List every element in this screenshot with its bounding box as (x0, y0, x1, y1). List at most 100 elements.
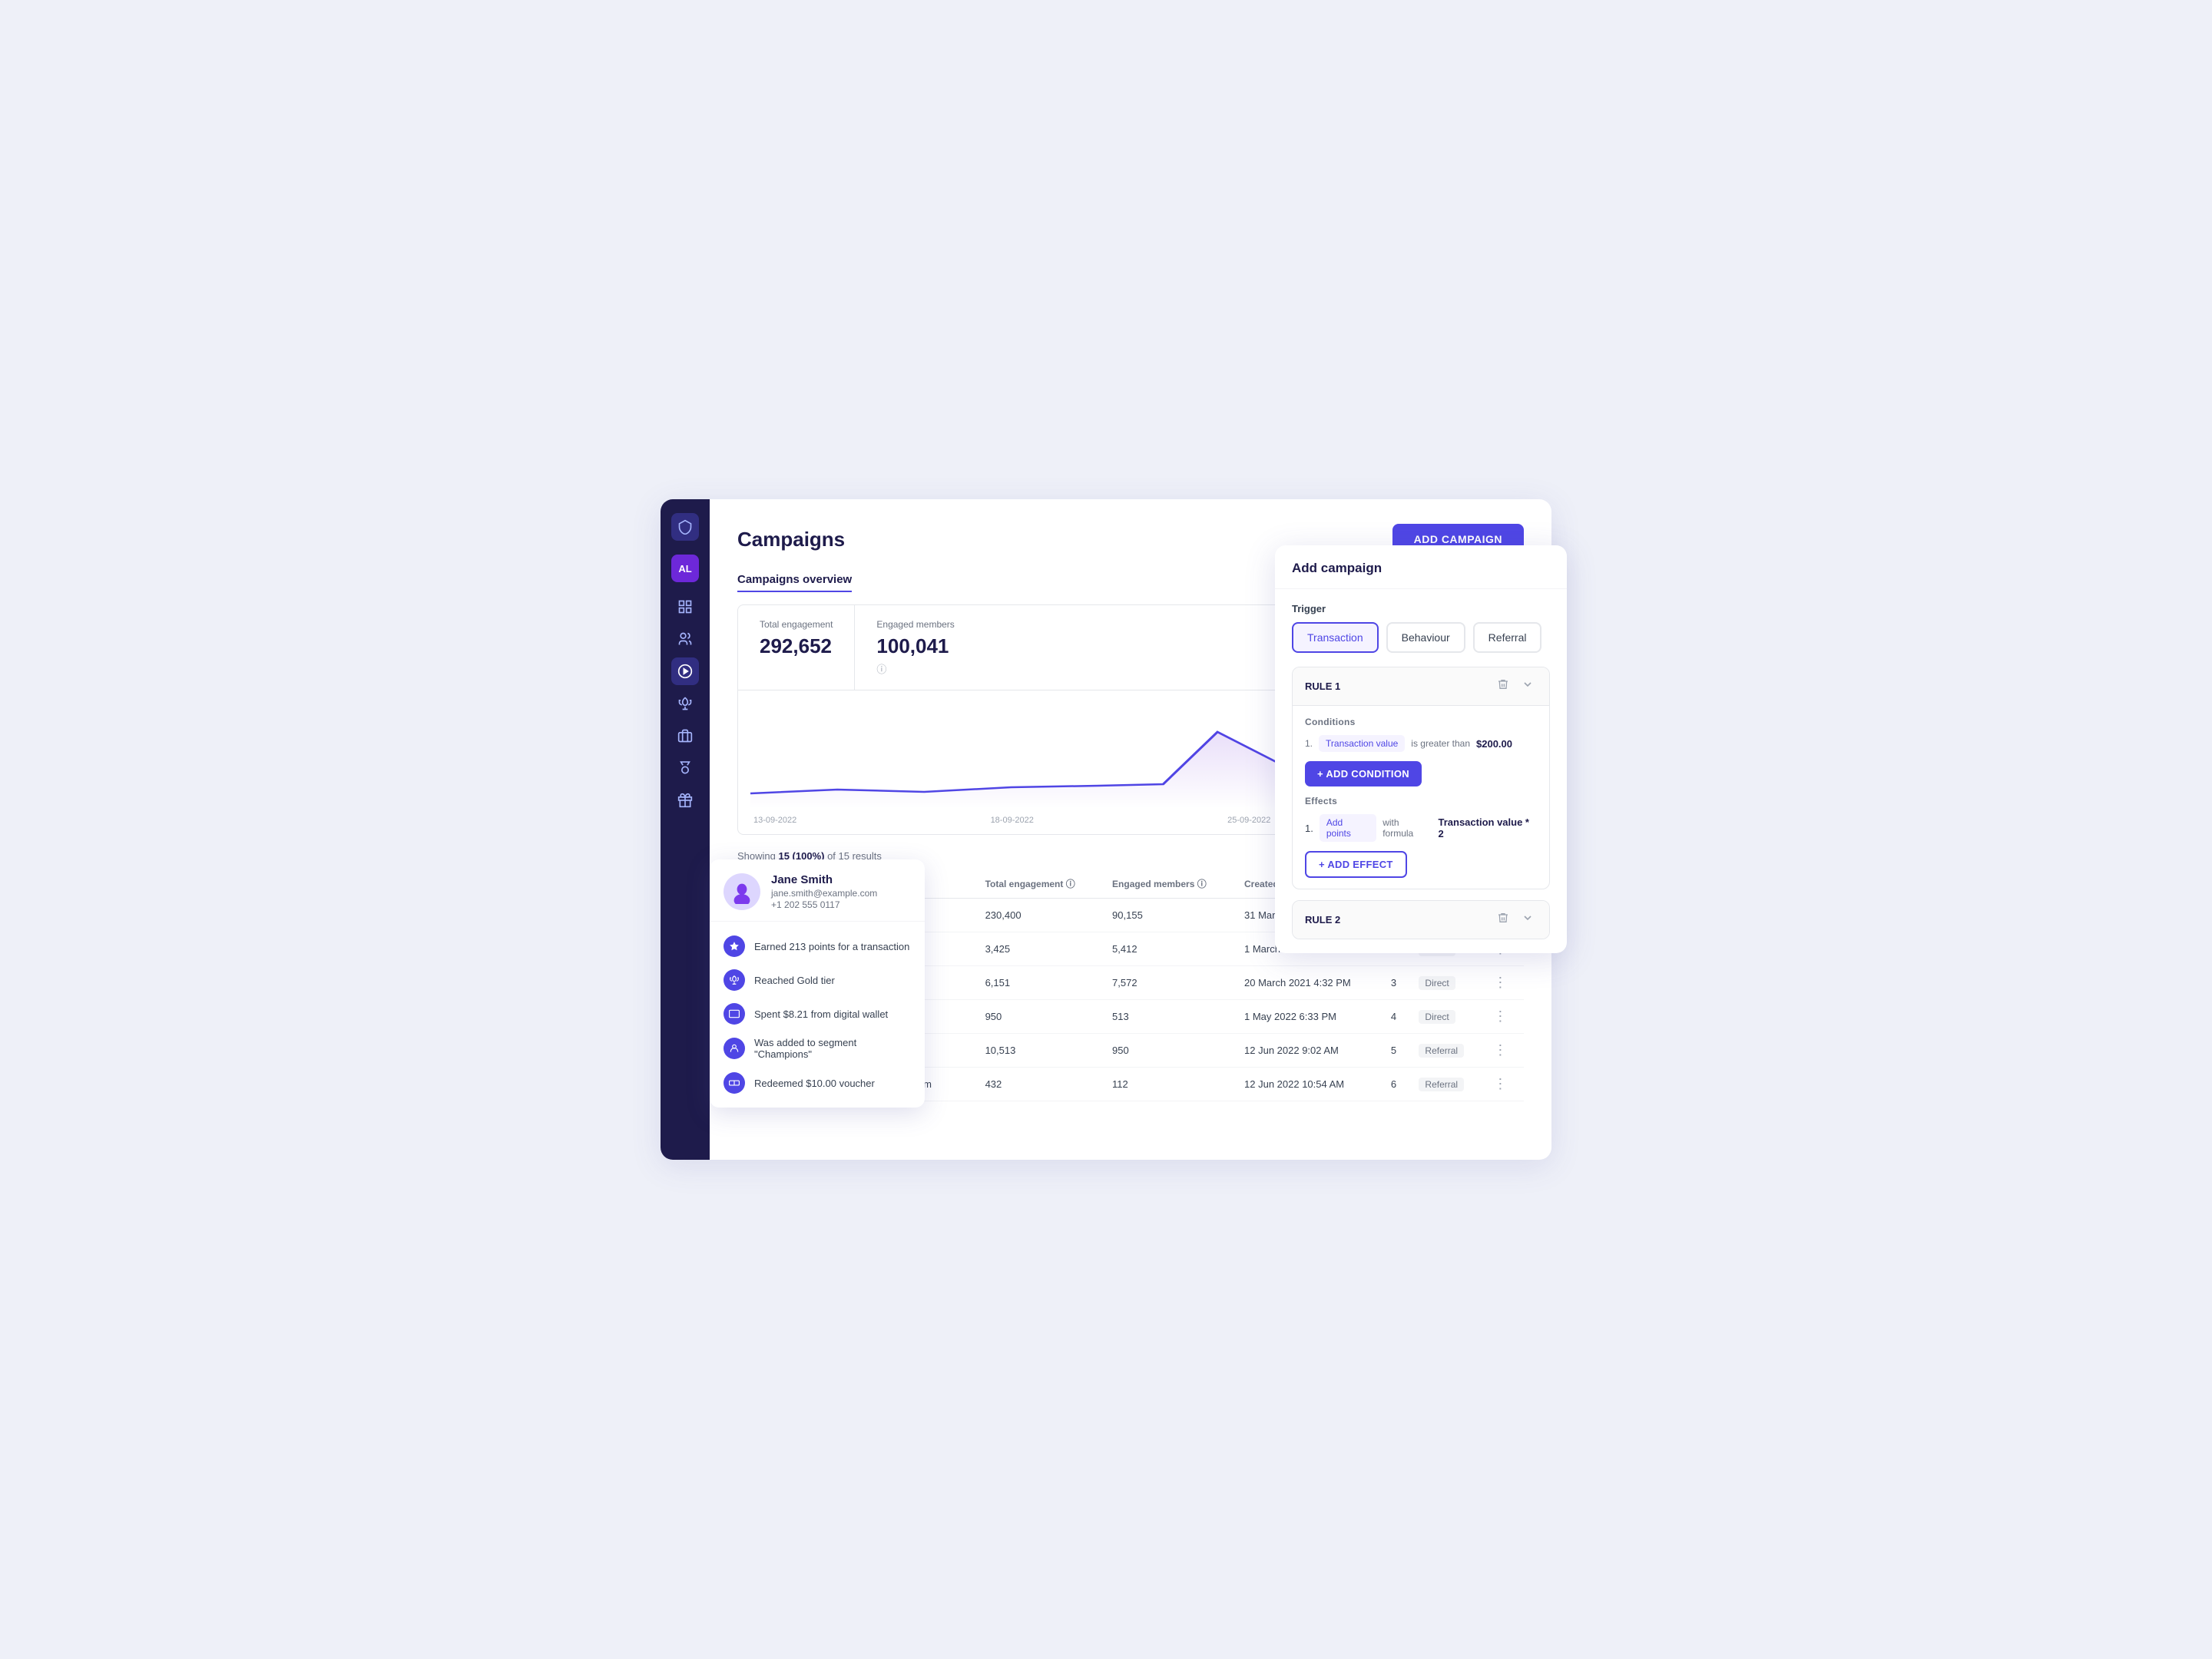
activity-item: Earned 213 points for a transaction (710, 929, 925, 963)
sidebar: AL (661, 499, 710, 1160)
chart-label-2: 18-09-2022 (991, 816, 1034, 825)
rule1-body: Conditions 1. Transaction value is great… (1293, 706, 1549, 889)
page-title: Campaigns (737, 528, 845, 551)
user-email: jane.smith@example.com (771, 888, 877, 899)
chart-label-3: 25-09-2022 (1227, 816, 1270, 825)
row-engagement: 432 (976, 1068, 1103, 1101)
condition-op: is greater than (1411, 738, 1470, 749)
user-avatar (724, 873, 760, 910)
user-phone: +1 202 555 0117 (771, 899, 877, 910)
row-engagement: 3,425 (976, 932, 1103, 966)
chart-label-1: 13-09-2022 (753, 816, 796, 825)
total-engagement-value: 292,652 (760, 634, 833, 658)
trigger-transaction[interactable]: Transaction (1292, 622, 1379, 653)
activity-text: Was added to segment "Champions" (754, 1037, 911, 1060)
col-members: Engaged members ⓘ (1103, 869, 1235, 899)
row-priority: 4 (1382, 1000, 1410, 1034)
trigger-label: Trigger (1292, 603, 1550, 614)
rule2-delete-button[interactable] (1494, 910, 1512, 929)
row-engagement: 6,151 (976, 966, 1103, 1000)
conditions-label: Conditions (1305, 717, 1537, 727)
engaged-members-value: 100,041 (876, 634, 954, 658)
rule1-section: RULE 1 Conditions 1. Transaction (1292, 667, 1550, 889)
overview-label: Campaigns overview (737, 573, 852, 592)
activity-item: Reached Gold tier (710, 963, 925, 997)
trigger-behaviour[interactable]: Behaviour (1386, 622, 1465, 653)
effect-action: Add points (1320, 814, 1376, 842)
panel-body: Trigger Transaction Behaviour Referral R… (1275, 589, 1567, 953)
rule2-collapse-button[interactable] (1518, 910, 1537, 929)
activity-text: Reached Gold tier (754, 975, 835, 986)
engaged-members-hint: ⓘ (876, 661, 954, 676)
activity-text: Spent $8.21 from digital wallet (754, 1008, 888, 1020)
row-menu[interactable]: ⋮ (1484, 1000, 1524, 1034)
effect-row-1: 1. Add points with formula Transaction v… (1305, 814, 1537, 842)
add-effect-button[interactable]: + ADD EFFECT (1305, 851, 1407, 878)
user-popup: Jane Smith jane.smith@example.com +1 202… (710, 859, 925, 1108)
user-segment-icon (724, 1038, 745, 1059)
wallet-icon (724, 1003, 745, 1025)
row-type: Referral (1409, 1034, 1484, 1068)
row-members: 513 (1103, 1000, 1235, 1034)
sidebar-item-users[interactable] (671, 625, 699, 653)
row-members: 5,412 (1103, 932, 1235, 966)
rule1-actions (1494, 677, 1537, 696)
col-engagement: Total engagement ⓘ (976, 869, 1103, 899)
activity-item: Redeemed $10.00 voucher (710, 1066, 925, 1100)
row-priority: 5 (1382, 1034, 1410, 1068)
row-menu[interactable]: ⋮ (1484, 966, 1524, 1000)
sidebar-item-grid[interactable] (671, 593, 699, 621)
rule1-delete-button[interactable] (1494, 677, 1512, 696)
rule2-title: RULE 2 (1305, 914, 1340, 926)
engaged-members-stat: Engaged members 100,041 ⓘ (855, 605, 975, 690)
row-engagement: 10,513 (976, 1034, 1103, 1068)
activity-text: Redeemed $10.00 voucher (754, 1078, 875, 1089)
condition-val: $200.00 (1476, 738, 1512, 750)
row-type: Direct (1409, 1000, 1484, 1034)
user-info: Jane Smith jane.smith@example.com +1 202… (771, 873, 877, 910)
add-condition-button[interactable]: + ADD CONDITION (1305, 761, 1422, 786)
effect-num: 1. (1305, 823, 1313, 834)
sidebar-item-medal[interactable] (671, 754, 699, 782)
panel-header: Add campaign (1275, 545, 1567, 589)
sidebar-item-campaigns[interactable] (671, 657, 699, 685)
row-members: 7,572 (1103, 966, 1235, 1000)
row-priority: 3 (1382, 966, 1410, 1000)
trophy-icon (724, 969, 745, 991)
row-created: 1 May 2022 6:33 PM (1235, 1000, 1382, 1034)
app-container: AL Campaigns ADD CAMPAIGN Campaign (661, 499, 1551, 1160)
total-engagement-stat: Total engagement 292,652 (738, 605, 855, 690)
sidebar-avatar[interactable]: AL (671, 555, 699, 582)
row-created: 12 Jun 2022 10:54 AM (1235, 1068, 1382, 1101)
sidebar-item-briefcase[interactable] (671, 722, 699, 750)
star-icon (724, 935, 745, 957)
rule1-title: RULE 1 (1305, 680, 1340, 692)
add-campaign-panel: Add campaign Trigger Transaction Behavio… (1275, 545, 1567, 953)
rule1-collapse-button[interactable] (1518, 677, 1537, 696)
activity-text: Earned 213 points for a transaction (754, 941, 909, 952)
total-engagement-label: Total engagement (760, 619, 833, 630)
rule2-header: RULE 2 (1293, 901, 1549, 939)
row-priority: 6 (1382, 1068, 1410, 1101)
row-engagement: 950 (976, 1000, 1103, 1034)
trigger-referral[interactable]: Referral (1473, 622, 1542, 653)
row-engagement: 230,400 (976, 899, 1103, 932)
row-created: 12 Jun 2022 9:02 AM (1235, 1034, 1382, 1068)
condition-field: Transaction value (1319, 735, 1405, 752)
activity-item: Spent $8.21 from digital wallet (710, 997, 925, 1031)
rule1-header: RULE 1 (1293, 667, 1549, 706)
row-menu[interactable]: ⋮ (1484, 1034, 1524, 1068)
row-created: 20 March 2021 4:32 PM (1235, 966, 1382, 1000)
effect-formula-label: with formula (1382, 817, 1432, 839)
condition-num: 1. (1305, 738, 1313, 749)
activity-item: Was added to segment "Champions" (710, 1031, 925, 1066)
rule2-actions (1494, 910, 1537, 929)
row-members: 90,155 (1103, 899, 1235, 932)
engaged-members-label: Engaged members (876, 619, 954, 630)
sidebar-item-gifts[interactable] (671, 786, 699, 814)
row-menu[interactable]: ⋮ (1484, 1068, 1524, 1101)
row-members: 112 (1103, 1068, 1235, 1101)
sidebar-item-trophies[interactable] (671, 690, 699, 717)
rule2-section: RULE 2 (1292, 900, 1550, 939)
effect-formula: Transaction value * 2 (1438, 816, 1537, 839)
